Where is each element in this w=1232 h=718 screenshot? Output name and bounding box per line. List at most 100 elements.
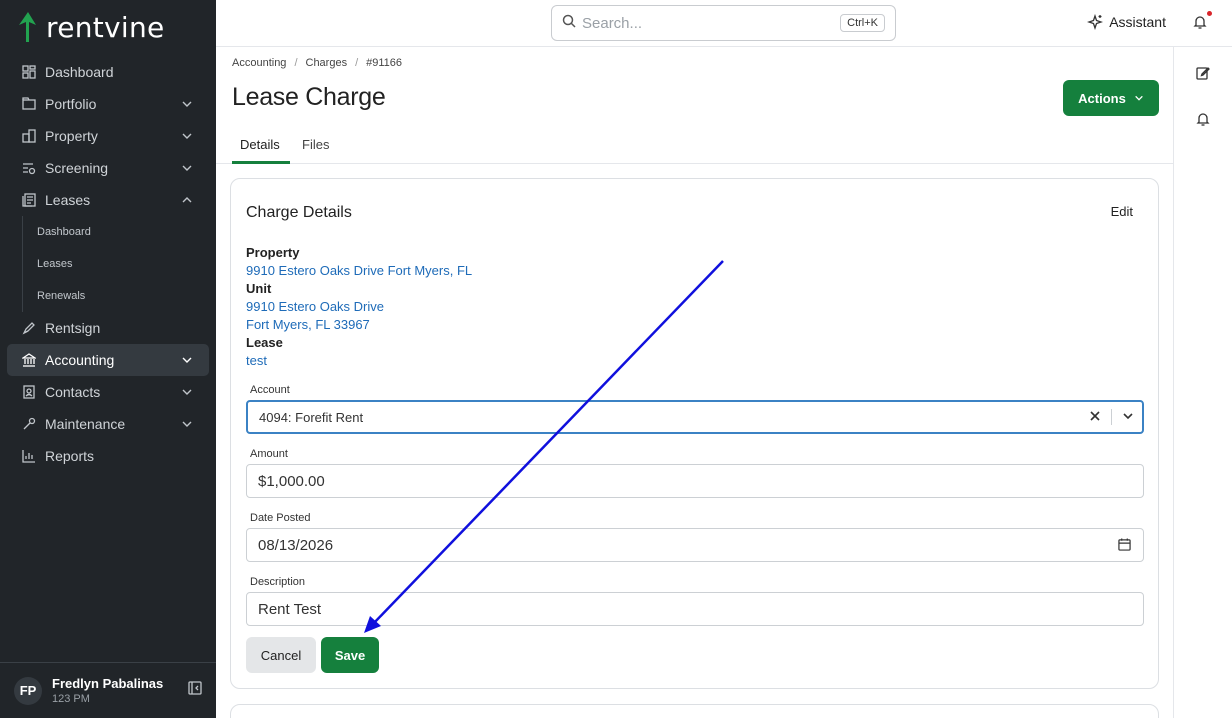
cancel-button[interactable]: Cancel (246, 637, 316, 673)
sidebar-item-label: Leases (45, 192, 91, 208)
notification-dot (1207, 11, 1212, 16)
lease-link[interactable]: test (246, 353, 267, 368)
charge-details-card: Charge Details Edit Property 9910 Estero… (230, 178, 1159, 689)
description-field[interactable]: Rent Test (246, 592, 1144, 626)
unit-label: Unit (246, 281, 272, 296)
date-posted-label: Date Posted (250, 512, 311, 524)
sidebar-item-label: Contacts (45, 384, 101, 400)
sidebar-item-label: Portfolio (45, 96, 97, 112)
actions-label: Actions (1078, 90, 1126, 106)
right-rail (1173, 47, 1232, 718)
assistant-button[interactable]: Assistant (1087, 14, 1166, 30)
select-divider (1111, 409, 1112, 425)
account-label: Account (250, 384, 290, 396)
breadcrumb: Accounting / Charges / #91166 (232, 57, 402, 69)
sidebar-item-label: Dashboard (45, 64, 114, 80)
property-link[interactable]: 9910 Estero Oaks Drive Fort Myers, FL (246, 263, 472, 278)
avatar: FP (14, 676, 42, 705)
breadcrumb-separator: / (294, 57, 298, 69)
sidebar-item-contacts[interactable]: Contacts (7, 376, 209, 408)
edit-button[interactable]: Edit (1111, 204, 1133, 219)
sidebar: rentvine Dashboard Portfolio Property Sc… (0, 0, 216, 718)
sidebar-item-label: Maintenance (45, 416, 126, 432)
breadcrumb-charges[interactable]: Charges (306, 57, 348, 69)
actions-button[interactable]: Actions (1063, 80, 1159, 116)
sidebar-item-accounting[interactable]: Accounting (7, 344, 209, 376)
sidebar-item-label: Reports (45, 448, 95, 464)
property-icon (21, 128, 37, 144)
active-tab-indicator (232, 161, 290, 164)
lease-label: Lease (246, 335, 283, 350)
sidebar-item-dashboard[interactable]: Dashboard (7, 56, 209, 88)
submenu-item-dashboard[interactable]: Dashboard (23, 216, 216, 248)
bell-icon (1193, 16, 1207, 29)
submenu-item-renewals[interactable]: Renewals (23, 280, 216, 312)
assistant-label: Assistant (1109, 14, 1166, 30)
screening-icon (21, 160, 37, 176)
date-posted-field[interactable]: 08/13/2026 (246, 528, 1144, 562)
unit-link-line2[interactable]: Fort Myers, FL 33967 (246, 317, 370, 332)
save-button[interactable]: Save (321, 637, 379, 673)
chevron-down-icon[interactable] (1122, 410, 1134, 425)
sidebar-item-label: Rentsign (45, 320, 101, 336)
brand-name: rentvine (46, 10, 165, 44)
chevron-down-icon (181, 386, 193, 398)
date-posted-value: 08/13/2026 (258, 536, 334, 554)
chevron-down-icon (181, 130, 193, 142)
tab-details[interactable]: Details (240, 137, 280, 152)
description-label: Description (250, 576, 306, 588)
property-label: Property (246, 245, 300, 260)
amount-label: Amount (250, 448, 288, 460)
rentvine-logo[interactable]: rentvine (16, 10, 165, 44)
leases-submenu: Dashboard Leases Renewals (22, 216, 216, 312)
chevron-down-icon (181, 418, 193, 430)
unit-link-line1[interactable]: 9910 Estero Oaks Drive (246, 299, 384, 314)
notifications-button[interactable] (1192, 11, 1212, 32)
portfolio-icon (21, 96, 37, 112)
search-input[interactable]: Search... Ctrl+K (551, 5, 896, 41)
main-content: Accounting / Charges / #91166 Lease Char… (216, 47, 1173, 718)
sidebar-item-rentsign[interactable]: Rentsign (7, 312, 209, 344)
bell-icon (1196, 113, 1210, 126)
submenu-item-leases[interactable]: Leases (23, 248, 216, 280)
sidebar-item-maintenance[interactable]: Maintenance (7, 408, 209, 440)
sidebar-item-leases[interactable]: Leases (7, 184, 209, 216)
sidebar-item-label: Accounting (45, 352, 115, 368)
collapse-sidebar-icon[interactable] (188, 681, 202, 700)
notes-button[interactable] (1195, 65, 1213, 83)
sidebar-item-property[interactable]: Property (7, 120, 209, 152)
user-name: Fredlyn Pabalinas (52, 676, 164, 691)
reports-icon (21, 448, 37, 464)
account-select[interactable]: 4094: Forefit Rent (246, 400, 1144, 434)
breadcrumb-accounting[interactable]: Accounting (232, 57, 286, 69)
chevron-down-icon (181, 354, 193, 366)
calendar-icon[interactable] (1118, 538, 1131, 555)
rentvine-logo-icon (16, 11, 40, 43)
wrench-icon (21, 416, 37, 432)
accounting-icon (21, 352, 37, 368)
sidebar-item-screening[interactable]: Screening (7, 152, 209, 184)
sidebar-nav: Dashboard Portfolio Property Screening L… (0, 56, 216, 472)
card-title: Charge Details (246, 204, 352, 221)
sidebar-item-portfolio[interactable]: Portfolio (7, 88, 209, 120)
contacts-icon (21, 384, 37, 400)
chevron-down-icon (181, 98, 193, 110)
rentsign-icon (21, 320, 37, 336)
chevron-up-icon (181, 194, 193, 206)
search-placeholder: Search... (582, 14, 643, 32)
sidebar-item-reports[interactable]: Reports (7, 440, 209, 472)
tab-bar: Details Files (216, 127, 1173, 164)
amount-value: $1,000.00 (258, 472, 325, 490)
tab-files[interactable]: Files (302, 137, 329, 152)
description-value: Rent Test (258, 600, 322, 618)
user-subtext: 123 PM (52, 693, 90, 705)
rail-notifications-button[interactable] (1195, 111, 1213, 129)
page-title: Lease Charge (232, 83, 386, 111)
breadcrumb-separator: / (355, 57, 359, 69)
clear-icon[interactable] (1089, 410, 1101, 425)
amount-field[interactable]: $1,000.00 (246, 464, 1144, 498)
chevron-down-icon (1135, 95, 1143, 101)
user-profile[interactable]: FP Fredlyn Pabalinas 123 PM (0, 662, 216, 718)
dashboard-icon (21, 64, 37, 80)
search-icon (562, 14, 576, 33)
